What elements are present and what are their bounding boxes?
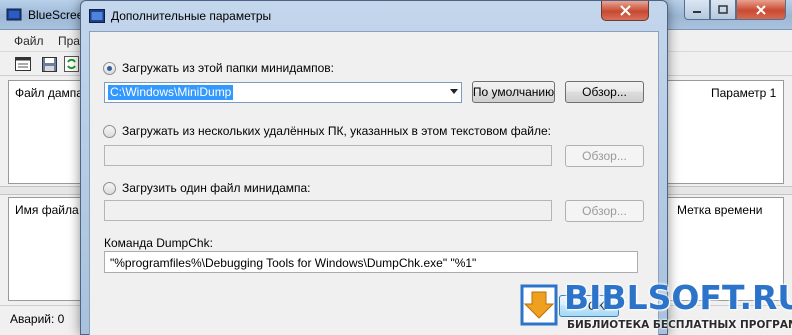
radio-unselected-indicator[interactable] (103, 181, 116, 195)
browse-remote-button: Обзор... (565, 145, 644, 167)
dialog-close-button[interactable] (601, 1, 649, 21)
maximize-icon (718, 5, 728, 14)
maximize-button[interactable] (710, 0, 736, 20)
dialog-title: Дополнительные параметры (111, 9, 272, 23)
toolbar-options-button[interactable] (14, 55, 32, 73)
column-dump-file[interactable]: Файл дампа (15, 81, 83, 103)
site-watermark: BIBLSOFT.RU БИБЛИОТЕКА БЕСПЛАТНЫХ ПРОГРА… (514, 276, 792, 335)
main-caption-buttons (684, 0, 788, 20)
column-timestamp[interactable]: Метка времени (677, 198, 762, 220)
menu-edit[interactable]: Пра (58, 34, 80, 48)
crash-count-status: Аварий: 0 (10, 312, 65, 326)
radio-remote-pcs[interactable]: Загружать из нескольких удалённых ПК, ук… (103, 124, 551, 138)
radio-selected-indicator[interactable] (103, 61, 116, 75)
radio-local-folder-label: Загружать из этой папки минидампов: (122, 61, 335, 75)
main-close-button[interactable] (736, 0, 786, 20)
radio-single-file[interactable]: Загрузить один файл минидампа: (103, 181, 311, 195)
browse-single-button: Обзор... (565, 200, 644, 222)
browse-folder-button[interactable]: Обзор... (565, 81, 644, 103)
watermark-brand: BIBLSOFT.RU (564, 278, 792, 317)
radio-unselected-indicator[interactable] (103, 124, 116, 138)
download-logo-icon (520, 284, 558, 326)
column-file-name[interactable]: Имя файла (15, 198, 79, 220)
close-icon (756, 4, 766, 15)
dialog-titlebar[interactable]: Дополнительные параметры (81, 1, 667, 31)
watermark-tagline: БИБЛИОТЕКА БЕСПЛАТНЫХ ПРОГРАММ (567, 319, 792, 331)
window-icon (15, 57, 31, 71)
dumpchk-label: Команда DumpChk: (104, 236, 213, 250)
dumpchk-command-input[interactable]: "%programfiles%\Debugging Tools for Wind… (104, 251, 638, 273)
dumpchk-command-value: "%programfiles%\Debugging Tools for Wind… (110, 256, 477, 270)
menu-file[interactable]: Файл (14, 34, 44, 48)
main-window-title: BlueScree (28, 8, 84, 22)
chevron-down-icon[interactable] (450, 89, 458, 94)
app-icon (89, 9, 105, 23)
single-minidump-input (104, 200, 552, 221)
minimize-button[interactable] (684, 0, 710, 20)
column-parameter-1[interactable]: Параметр 1 (711, 81, 776, 103)
radio-local-folder[interactable]: Загружать из этой папки минидампов: (103, 61, 334, 75)
radio-remote-pcs-label: Загружать из нескольких удалённых ПК, ук… (122, 124, 551, 138)
radio-single-file-label: Загрузить один файл минидампа: (122, 181, 311, 195)
minidump-folder-combobox[interactable]: C:\Windows\MiniDump (104, 82, 462, 103)
save-icon (41, 56, 57, 72)
minimize-icon (693, 10, 701, 13)
default-button[interactable]: По умолчанию (472, 81, 555, 103)
minidump-folder-value[interactable]: C:\Windows\MiniDump (108, 85, 234, 100)
remote-pcs-file-input (104, 145, 552, 166)
toolbar-refresh-button[interactable] (62, 55, 80, 73)
close-icon (619, 5, 631, 16)
refresh-icon (63, 56, 79, 72)
app-icon (6, 8, 22, 21)
toolbar-save-button[interactable] (40, 55, 58, 73)
